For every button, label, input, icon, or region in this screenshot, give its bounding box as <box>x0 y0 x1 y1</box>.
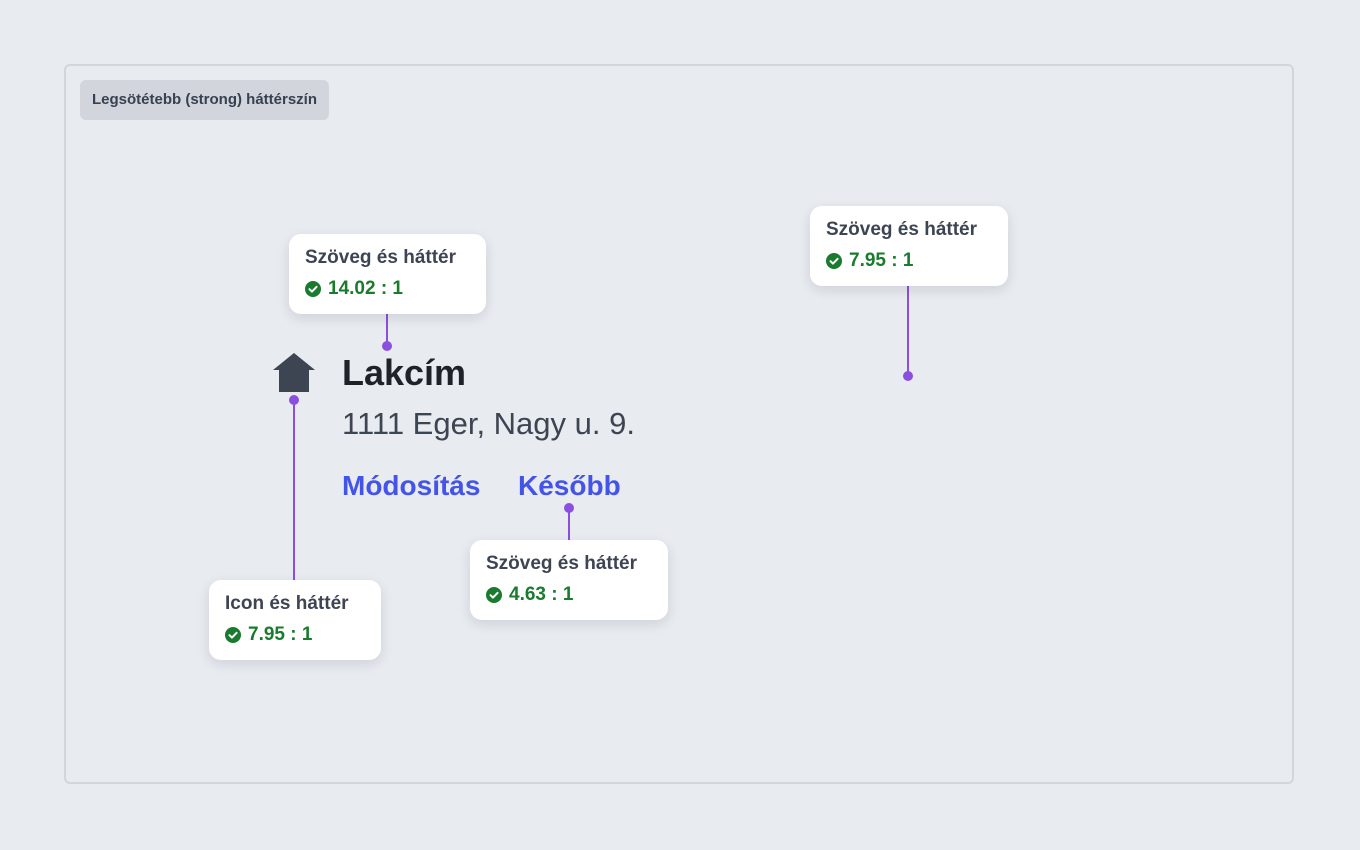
contrast-card: Szöveg és háttér 4.63 : 1 <box>470 540 668 620</box>
home-icon <box>273 353 315 392</box>
connector-dot <box>564 503 574 513</box>
contrast-card: Icon és háttér 7.95 : 1 <box>209 580 381 660</box>
connector-line <box>293 400 295 582</box>
connector-dot <box>903 371 913 381</box>
later-link[interactable]: Később <box>518 468 621 504</box>
card-title: Icon és háttér <box>225 593 349 614</box>
connector-dot <box>382 341 392 351</box>
ratio-value: 14.02 : 1 <box>328 278 403 299</box>
address-text: 1111 Eger, Nagy u. 9. <box>342 406 635 441</box>
card-title: Szöveg és háttér <box>305 247 456 268</box>
ratio-value: 4.63 : 1 <box>509 584 574 605</box>
connector-dot <box>289 395 299 405</box>
ratio-value: 7.95 : 1 <box>849 250 914 271</box>
edit-link[interactable]: Módosítás <box>342 468 480 504</box>
check-circle-icon <box>486 587 502 603</box>
contrast-card: Szöveg és háttér 7.95 : 1 <box>810 206 1008 286</box>
contrast-ratio: 4.63 : 1 <box>486 584 652 606</box>
card-title: Szöveg és háttér <box>486 553 637 574</box>
check-circle-icon <box>225 627 241 643</box>
contrast-card: Szöveg és háttér 14.02 : 1 <box>289 234 486 314</box>
check-circle-icon <box>305 281 321 297</box>
connector-line <box>568 508 570 542</box>
contrast-ratio: 14.02 : 1 <box>305 278 470 300</box>
frame-label: Legsötétebb (strong) háttérszín <box>80 80 330 120</box>
contrast-ratio: 7.95 : 1 <box>826 250 992 272</box>
ratio-value: 7.95 : 1 <box>248 624 313 645</box>
background-frame <box>64 64 1294 784</box>
connector-line <box>907 284 909 376</box>
card-title: Szöveg és háttér <box>826 219 977 240</box>
check-circle-icon <box>826 253 842 269</box>
address-title: Lakcím <box>342 352 467 393</box>
contrast-ratio: 7.95 : 1 <box>225 624 365 646</box>
